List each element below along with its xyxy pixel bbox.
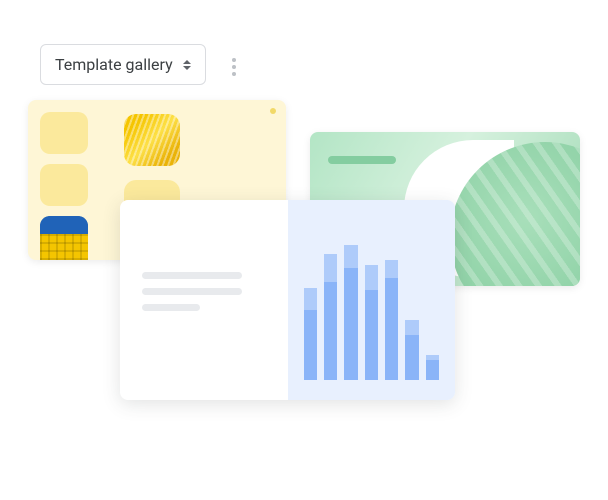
text-placeholder (142, 288, 242, 295)
bar-2 (324, 254, 337, 380)
more-vert-icon (232, 58, 236, 62)
bar-6 (405, 320, 418, 380)
template-gallery-dropdown[interactable]: Template gallery (40, 44, 206, 85)
leaf-photo-circle (450, 142, 580, 286)
chart-text-panel (120, 200, 288, 400)
indicator-dot (270, 108, 276, 114)
tile-placeholder (40, 164, 88, 206)
more-options-button[interactable] (226, 52, 242, 82)
dropdown-label: Template gallery (55, 55, 173, 74)
title-placeholder (328, 156, 396, 164)
architecture-photo-tile (40, 216, 88, 260)
text-placeholder (142, 304, 200, 311)
tile-placeholder (40, 112, 88, 154)
bar-3 (344, 245, 357, 380)
template-card-chart[interactable] (120, 200, 455, 400)
bar-4 (365, 265, 378, 380)
bar-5 (385, 260, 398, 380)
text-placeholder (142, 272, 242, 279)
bar-1 (304, 288, 317, 380)
bar-7 (426, 355, 439, 380)
yellow-photo-tile (124, 114, 180, 166)
sort-icon (183, 60, 191, 70)
bar-chart (288, 200, 456, 400)
